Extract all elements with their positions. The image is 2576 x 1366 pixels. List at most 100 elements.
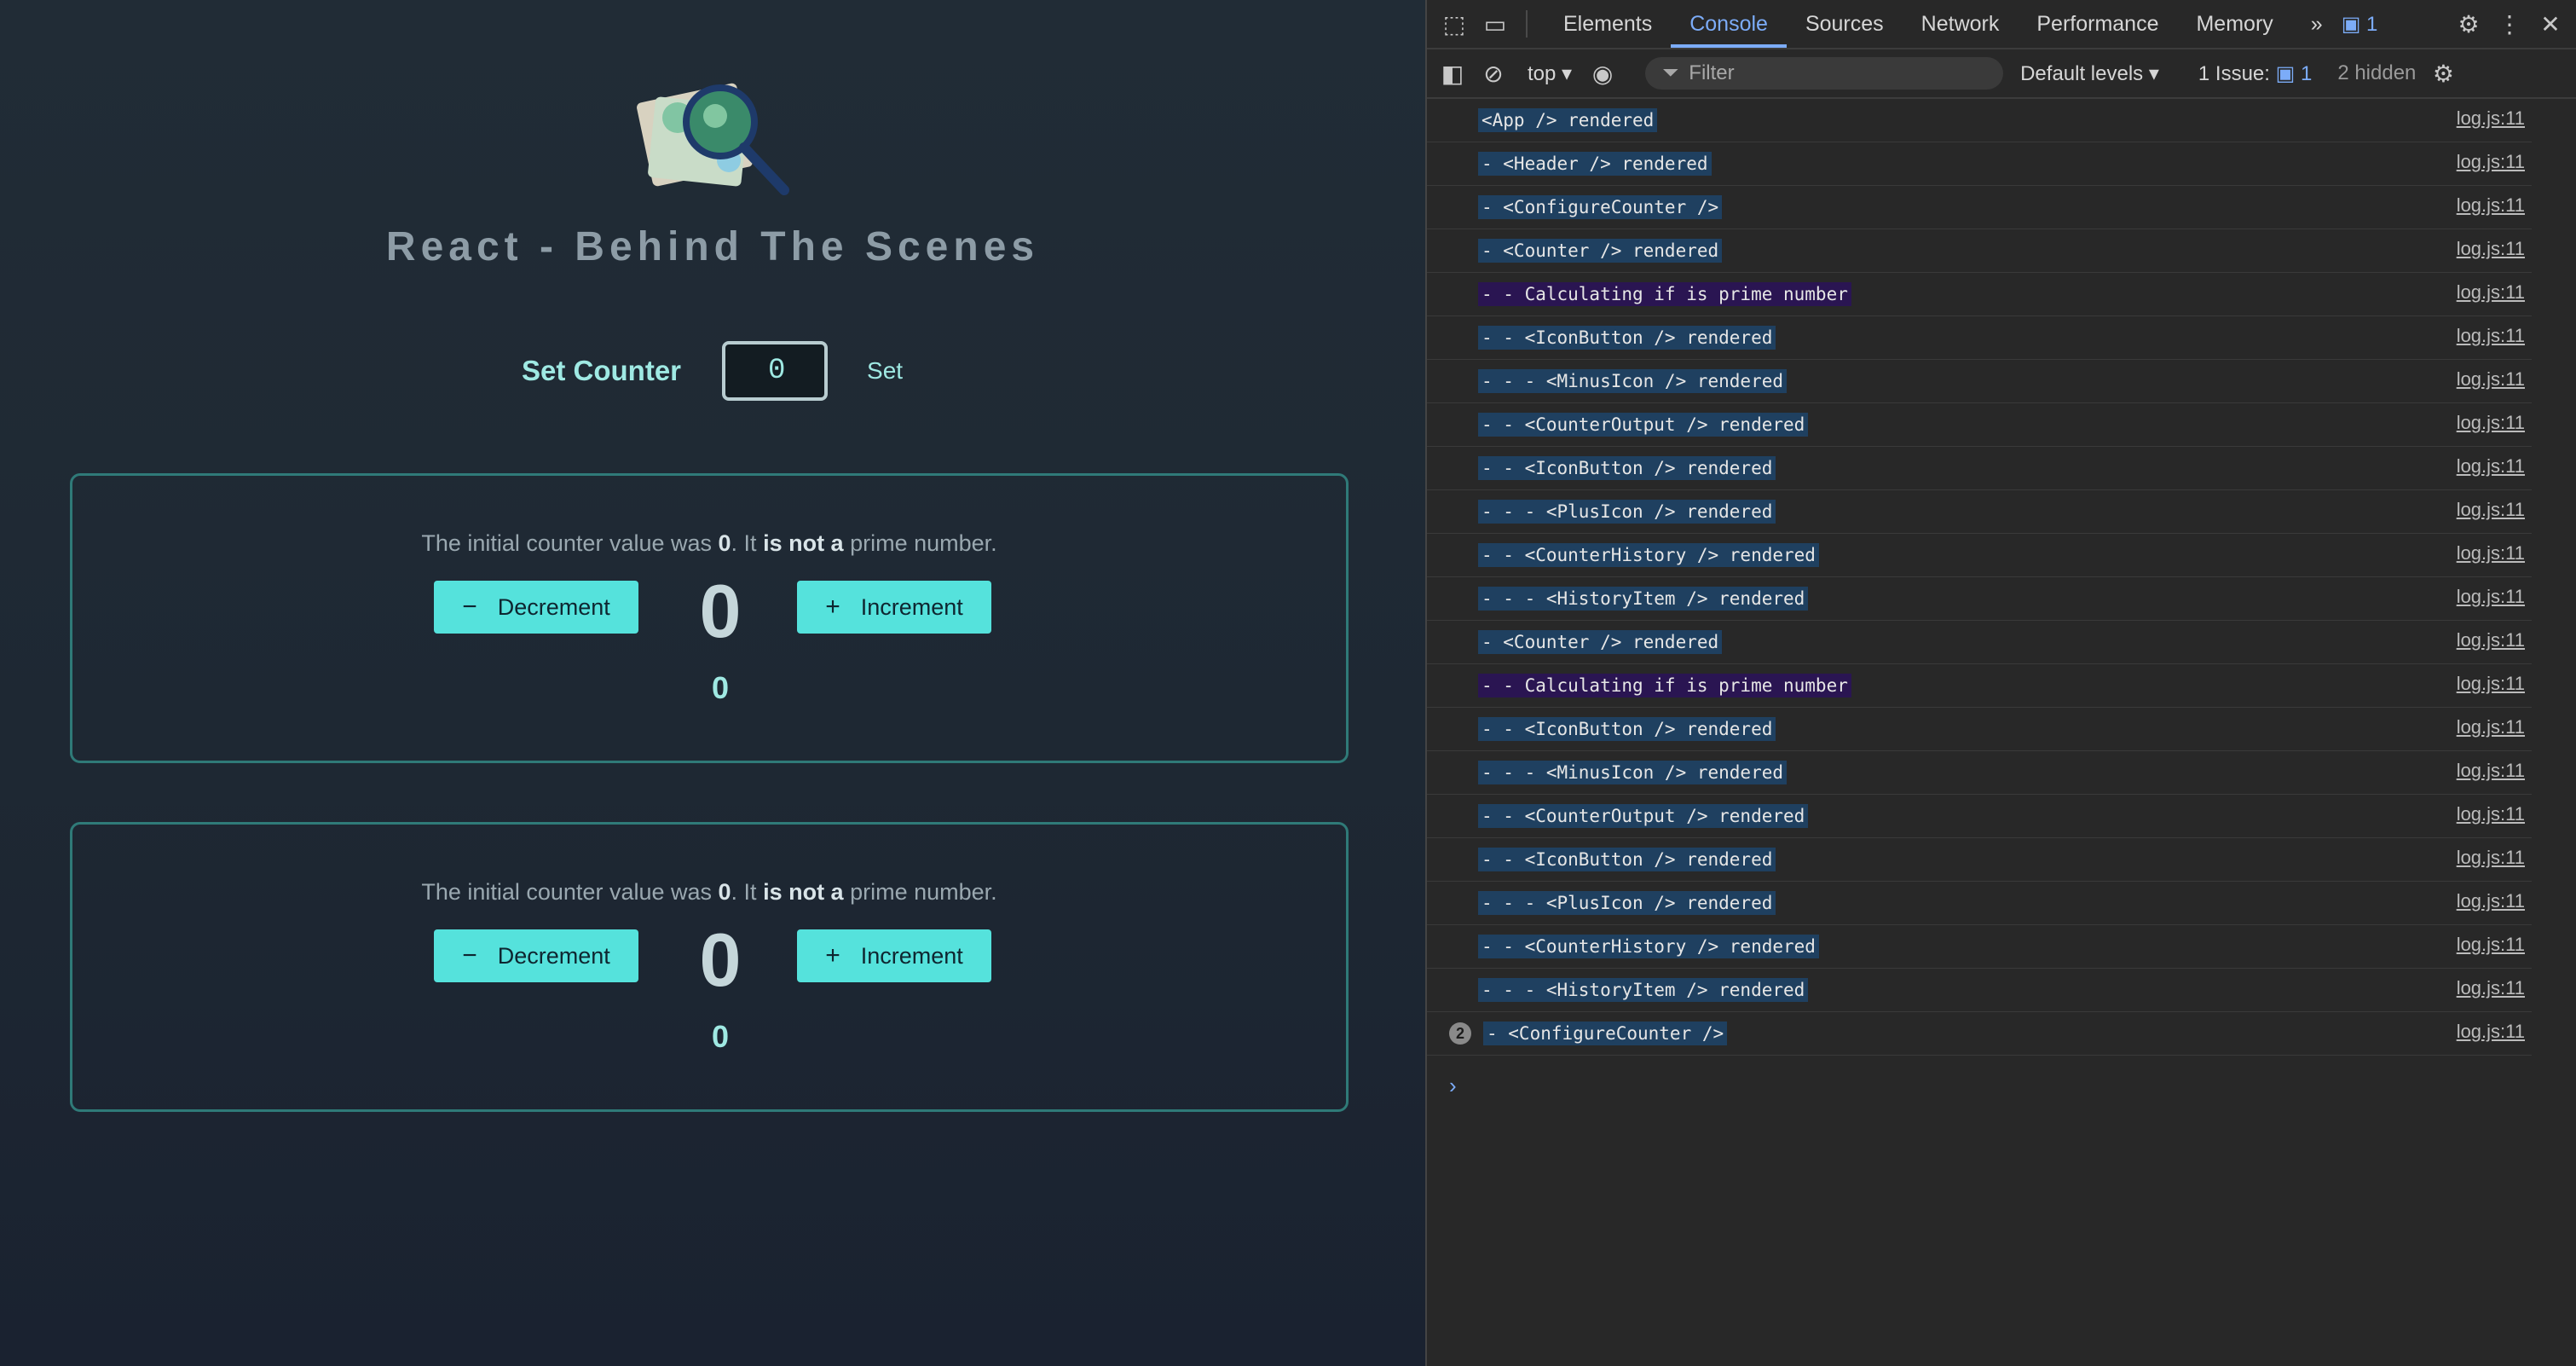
source-link[interactable]: log.js:11 bbox=[2457, 325, 2525, 347]
issues-button[interactable]: 1 Issue: ▣ 1 bbox=[2198, 61, 2312, 86]
source-link[interactable]: log.js:11 bbox=[2457, 673, 2525, 695]
tab-elements[interactable]: Elements bbox=[1545, 0, 1671, 48]
source-link[interactable]: log.js:11 bbox=[2457, 194, 2525, 217]
history-item: 0 bbox=[711, 670, 730, 705]
source-link[interactable]: log.js:11 bbox=[2457, 107, 2525, 130]
increment-button[interactable]: + Increment bbox=[797, 581, 991, 634]
console-message: - - <IconButton /> rendered log.js:11 bbox=[1427, 316, 2532, 360]
source-link[interactable]: log.js:11 bbox=[2457, 238, 2525, 260]
filter-input[interactable]: ⏷ Filter bbox=[1645, 57, 2004, 90]
console-message: - - - <MinusIcon /> rendered log.js:11 bbox=[1427, 751, 2532, 795]
source-link[interactable]: log.js:11 bbox=[2457, 760, 2525, 782]
source-link[interactable]: log.js:11 bbox=[2457, 977, 2525, 999]
sidebar-toggle-icon[interactable]: ◧ bbox=[1437, 58, 1468, 89]
inspect-element-icon[interactable]: ⬚ bbox=[1439, 9, 1470, 39]
repeat-count-badge: 2 bbox=[1449, 1022, 1471, 1045]
counter-card: The initial counter value was 0. It is n… bbox=[70, 822, 1349, 1112]
console-message: <App /> rendered log.js:11 bbox=[1427, 99, 2532, 142]
source-link[interactable]: log.js:11 bbox=[2457, 629, 2525, 651]
tab-performance[interactable]: Performance bbox=[2018, 0, 2177, 48]
console-message-text: - <Counter /> rendered bbox=[1478, 630, 1723, 654]
console-message-text: - <Header /> rendered bbox=[1478, 152, 1712, 176]
counter-input[interactable]: 0 bbox=[722, 341, 829, 401]
source-link[interactable]: log.js:11 bbox=[2457, 586, 2525, 608]
plus-icon: + bbox=[825, 593, 840, 621]
clear-console-icon[interactable]: ⊘ bbox=[1478, 58, 1509, 89]
console-message: - <Counter /> rendered log.js:11 bbox=[1427, 621, 2532, 664]
set-button[interactable]: Set bbox=[862, 356, 908, 385]
configure-counter: Set Counter 0 Set bbox=[522, 341, 908, 401]
source-link[interactable]: log.js:11 bbox=[2457, 716, 2525, 738]
console-prompt[interactable]: › bbox=[1449, 1073, 1457, 1099]
page-title: React - Behind The Scenes bbox=[385, 224, 1040, 269]
minus-icon: − bbox=[462, 593, 477, 621]
console-message: - - Calculating if is prime number log.js… bbox=[1427, 664, 2532, 708]
messages-badge[interactable]: ▣ 1 bbox=[2342, 12, 2378, 37]
close-icon[interactable]: ✕ bbox=[2535, 9, 2566, 39]
context-select[interactable]: top ▾ bbox=[1528, 61, 1572, 86]
source-link[interactable]: log.js:11 bbox=[2457, 1021, 2525, 1043]
console-log: <App /> rendered log.js:11- <Header /> re… bbox=[1427, 99, 2576, 1056]
plus-icon: + bbox=[825, 941, 840, 970]
tab-sources[interactable]: Sources bbox=[1787, 0, 1903, 48]
hidden-count: 2 hidden bbox=[2337, 61, 2417, 84]
tab-console[interactable]: Console bbox=[1671, 0, 1787, 48]
more-options-icon[interactable]: ⋮ bbox=[2494, 9, 2525, 39]
console-message-text: - - <CounterHistory /> rendered bbox=[1478, 935, 1819, 958]
divider bbox=[1526, 10, 1528, 38]
tab-memory[interactable]: Memory bbox=[2177, 0, 2291, 48]
source-link[interactable]: log.js:11 bbox=[2457, 890, 2525, 912]
console-message-text: - - - <MinusIcon /> rendered bbox=[1478, 761, 1788, 784]
increment-button[interactable]: + Increment bbox=[797, 929, 991, 982]
prime-info-text: The initial counter value was 0. It is n… bbox=[421, 530, 997, 556]
console-message-text: - - - <MinusIcon /> rendered bbox=[1478, 369, 1788, 393]
console-message-text: - - <IconButton /> rendered bbox=[1478, 456, 1776, 480]
source-link[interactable]: log.js:11 bbox=[2457, 542, 2525, 564]
source-link[interactable]: log.js:11 bbox=[2457, 368, 2525, 391]
source-link[interactable]: log.js:11 bbox=[2457, 847, 2525, 869]
console-message-text: - - <IconButton /> rendered bbox=[1478, 717, 1776, 741]
prime-info-text: The initial counter value was 0. It is n… bbox=[421, 879, 997, 905]
decrement-button[interactable]: − Decrement bbox=[434, 581, 638, 634]
device-toolbar-icon[interactable]: ▭ bbox=[1480, 9, 1510, 39]
console-message: - - <CounterOutput /> rendered log.js:11 bbox=[1427, 795, 2532, 838]
console-toolbar: ◧ ⊘ top ▾ ◉ ⏷ Filter Default levels ▾ 1 … bbox=[1427, 49, 2576, 99]
console-message: - - <IconButton /> rendered log.js:11 bbox=[1427, 838, 2532, 882]
source-link[interactable]: log.js:11 bbox=[2457, 412, 2525, 434]
counter-card: The initial counter value was 0. It is n… bbox=[70, 473, 1349, 763]
console-message: - <Header /> rendered log.js:11 bbox=[1427, 142, 2532, 186]
console-message-text: - - Calculating if is prime number bbox=[1478, 674, 1851, 697]
console-message-text: - - - <HistoryItem /> rendered bbox=[1478, 978, 1809, 1002]
counter-output: 0 bbox=[699, 569, 742, 653]
console-message: - - <IconButton /> rendered log.js:11 bbox=[1427, 708, 2532, 751]
console-message: - <Counter /> rendered log.js:11 bbox=[1427, 229, 2532, 273]
source-link[interactable]: log.js:11 bbox=[2457, 803, 2525, 825]
console-message: - - <IconButton /> rendered log.js:11 bbox=[1427, 447, 2532, 490]
source-link[interactable]: log.js:11 bbox=[2457, 934, 2525, 956]
console-message: 2 - <ConfigureCounter /> log.js:11 bbox=[1427, 1012, 2532, 1056]
console-message-text: - - - <PlusIcon /> rendered bbox=[1478, 500, 1776, 524]
console-message: - - - <PlusIcon /> rendered log.js:11 bbox=[1427, 490, 2532, 534]
source-link[interactable]: log.js:11 bbox=[2457, 455, 2525, 478]
history-item: 0 bbox=[711, 1019, 730, 1054]
console-message-text: - - <CounterOutput /> rendered bbox=[1478, 413, 1809, 437]
source-link[interactable]: log.js:11 bbox=[2457, 151, 2525, 173]
gear-icon[interactable]: ⚙ bbox=[2453, 9, 2484, 39]
console-settings-icon[interactable]: ⚙ bbox=[2428, 58, 2458, 89]
more-tabs-icon[interactable]: » bbox=[2292, 0, 2342, 48]
console-message-text: <App /> rendered bbox=[1478, 108, 1658, 132]
source-link[interactable]: log.js:11 bbox=[2457, 281, 2525, 304]
console-message-text: - - <IconButton /> rendered bbox=[1478, 326, 1776, 350]
console-message: - - - <PlusIcon /> rendered log.js:11 bbox=[1427, 882, 2532, 925]
levels-select[interactable]: Default levels ▾ bbox=[2020, 61, 2159, 86]
console-message: - - <CounterHistory /> rendered log.js:11 bbox=[1427, 534, 2532, 577]
minus-icon: − bbox=[462, 941, 477, 970]
console-message-text: - - <CounterOutput /> rendered bbox=[1478, 804, 1809, 828]
source-link[interactable]: log.js:11 bbox=[2457, 499, 2525, 521]
console-message: - - - <HistoryItem /> rendered log.js:11 bbox=[1427, 969, 2532, 1012]
console-message-text: - - <IconButton /> rendered bbox=[1478, 848, 1776, 871]
tab-network[interactable]: Network bbox=[1903, 0, 2019, 48]
console-message-text: - - <CounterHistory /> rendered bbox=[1478, 543, 1819, 567]
decrement-button[interactable]: − Decrement bbox=[434, 929, 638, 982]
eye-icon[interactable]: ◉ bbox=[1587, 58, 1618, 89]
